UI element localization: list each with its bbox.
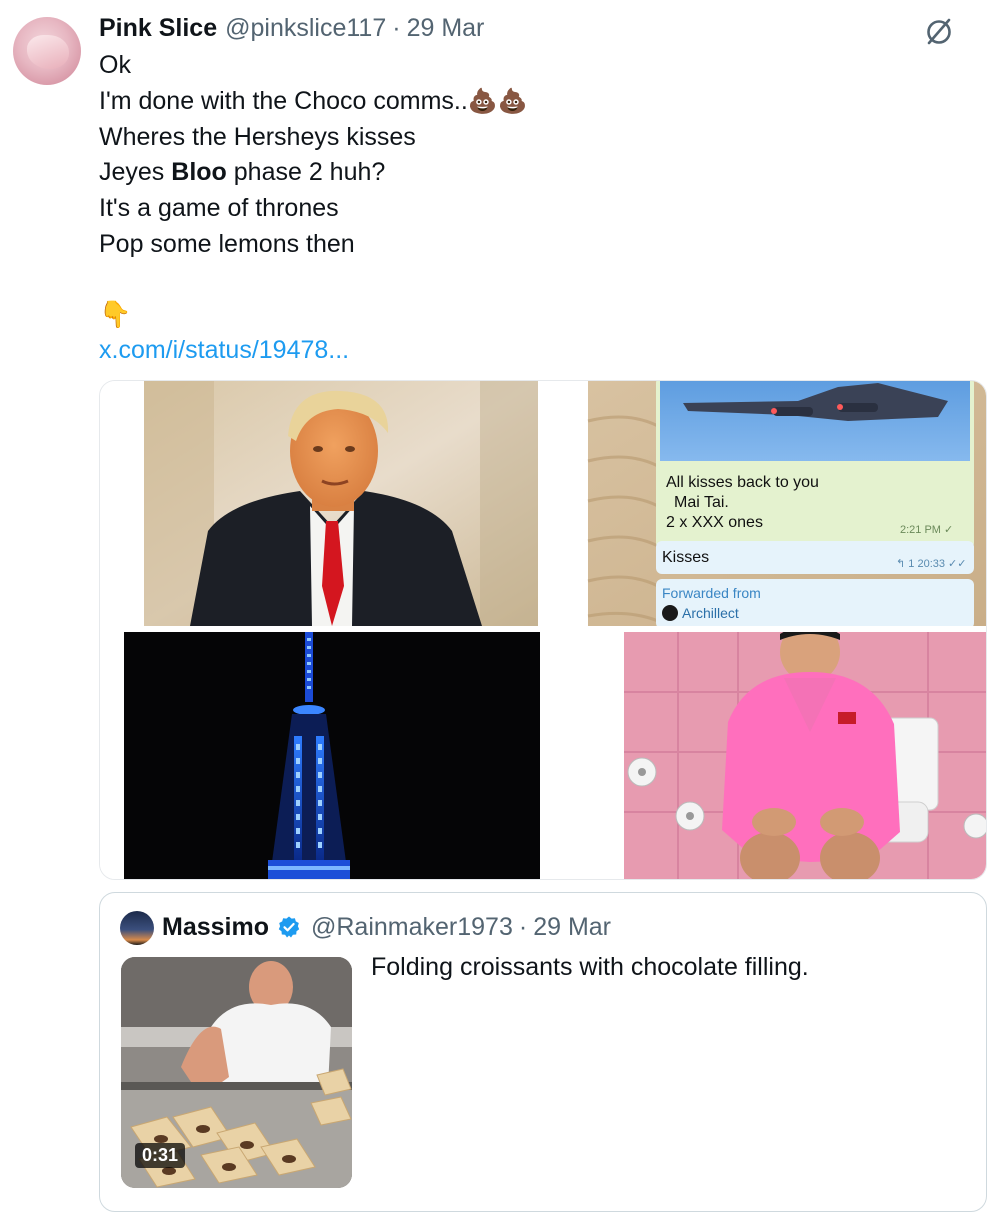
chat-reply-meta: ↰ 1 20:33 ✓✓ bbox=[896, 558, 967, 570]
tweet-date[interactable]: 29 Mar bbox=[407, 14, 485, 43]
quoted-tweet-text: Folding croissants with chocolate fillin… bbox=[371, 953, 809, 981]
tweet-line: Jeyes Bloo phase 2 huh? bbox=[99, 155, 959, 191]
tweet-line: Ok bbox=[99, 51, 131, 79]
quoted-tweet[interactable]: Massimo @Rainmaker1973 · 29 Mar 0:31 Fol… bbox=[99, 892, 987, 1212]
tweet-line-text: phase 2 huh? bbox=[233, 158, 386, 187]
verified-badge-icon bbox=[277, 915, 301, 939]
quoted-author-handle[interactable]: @Rainmaker1973 bbox=[311, 913, 513, 942]
poop-emoji-icon: 💩💩 bbox=[467, 87, 528, 115]
chat-message-line: All kisses back to you bbox=[666, 474, 819, 491]
tweet-line: Wheres the Hersheys kisses bbox=[99, 122, 416, 151]
quoted-tweet-date[interactable]: 29 Mar bbox=[533, 913, 611, 942]
media-photo-tower[interactable] bbox=[100, 632, 542, 879]
tweet-line: It's a game of thrones bbox=[99, 194, 339, 223]
chat-message-line: Mai Tai. bbox=[674, 494, 729, 511]
quoted-author-avatar[interactable] bbox=[120, 911, 154, 945]
tweet-line-text: Jeyes bbox=[99, 158, 165, 187]
media-photo-portrait[interactable] bbox=[100, 381, 542, 626]
quoted-video-thumbnail[interactable]: 0:31 bbox=[121, 957, 352, 1188]
quoted-tweet-header: Massimo @Rainmaker1973 · 29 Mar bbox=[162, 909, 611, 945]
chat-forwarded-label: Forwarded from bbox=[662, 585, 761, 601]
tweet-line: I'm done with the Choco comms..💩💩 bbox=[99, 84, 959, 120]
author-avatar[interactable] bbox=[13, 17, 81, 85]
quoted-header-separator: · bbox=[518, 912, 528, 941]
archillect-logo-icon bbox=[662, 605, 678, 621]
author-handle[interactable]: @pinkslice117 bbox=[225, 14, 386, 43]
chat-reply-text: Kisses bbox=[662, 549, 710, 566]
grok-icon[interactable] bbox=[922, 14, 956, 48]
status-link[interactable]: x.com/i/status/19478... bbox=[99, 336, 349, 365]
tweet-text: Ok I'm done with the Choco comms..💩💩 Whe… bbox=[99, 48, 959, 263]
chat-message-time: 2:21 PM ✓ bbox=[900, 524, 954, 536]
tweet-line-text: I'm done with the Choco comms.. bbox=[99, 86, 468, 115]
media-photo-pink-bathroom[interactable] bbox=[548, 632, 986, 879]
header-separator: · bbox=[392, 13, 401, 42]
media-chat-screenshot[interactable]: All kisses back to you Mai Tai. 2 x XXX … bbox=[548, 381, 986, 626]
chat-forwarded-source: Archillect bbox=[682, 605, 739, 621]
media-grid: All kisses back to you Mai Tai. 2 x XXX … bbox=[99, 380, 987, 880]
video-duration: 0:31 bbox=[135, 1143, 186, 1168]
quoted-author-name[interactable]: Massimo bbox=[162, 913, 269, 942]
chat-message-line: 2 x XXX ones bbox=[666, 514, 763, 531]
tweet-bold-word: Bloo bbox=[171, 158, 227, 187]
pointing-down-icon: 👇 bbox=[99, 299, 132, 329]
tweet-header: Pink Slice @pinkslice117 · 29 Mar bbox=[99, 12, 484, 44]
tweet-line: Pop some lemons then bbox=[99, 229, 355, 258]
author-name[interactable]: Pink Slice bbox=[99, 14, 217, 43]
